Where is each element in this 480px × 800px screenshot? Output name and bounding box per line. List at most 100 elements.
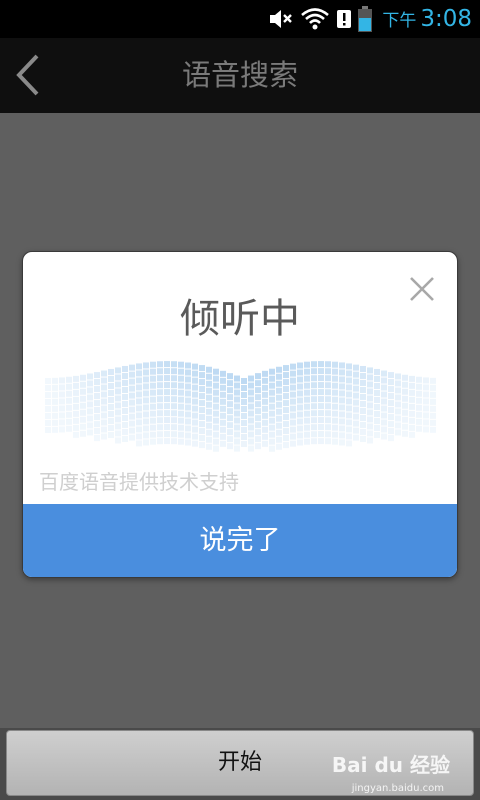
wave-cell <box>409 424 415 431</box>
wave-cell <box>66 425 72 432</box>
wave-cell <box>276 380 282 387</box>
wave-cell <box>87 401 93 408</box>
wave-cell <box>52 377 58 384</box>
wave-cell <box>213 396 219 403</box>
wave-cell <box>304 438 310 445</box>
wave-cell <box>346 398 352 405</box>
wave-cell <box>150 410 156 417</box>
wave-cell <box>346 370 352 377</box>
wave-cell <box>150 368 156 375</box>
wave-cell <box>157 410 163 417</box>
wave-cell <box>297 425 303 432</box>
wave-cell <box>325 431 331 438</box>
wave-cell <box>430 419 436 426</box>
wave-cell <box>374 403 380 410</box>
wave-cell <box>234 375 240 382</box>
wave-cell <box>199 421 205 428</box>
app-header: 语音搜索 <box>0 38 480 113</box>
wave-cell <box>290 426 296 433</box>
wave-cell <box>143 439 149 446</box>
wave-cell <box>395 394 401 401</box>
wave-cell <box>318 417 324 424</box>
wave-cell <box>395 429 401 436</box>
wave-cell <box>66 397 72 404</box>
wave-cell <box>269 417 275 424</box>
wave-cell <box>220 440 226 447</box>
wave-cell <box>269 396 275 403</box>
wave-cell <box>227 373 233 380</box>
wave-cell <box>332 375 338 382</box>
done-button[interactable]: 说完了 <box>23 504 457 577</box>
wave-cell <box>304 417 310 424</box>
wave-cell <box>73 431 79 438</box>
wave-cell <box>185 362 191 369</box>
wave-cell <box>94 372 100 379</box>
wave-cell <box>157 424 163 431</box>
wave-cell <box>227 415 233 422</box>
wave-cell <box>59 398 65 405</box>
wave-cell <box>185 390 191 397</box>
wave-cell <box>311 438 317 445</box>
wave-cell <box>164 361 170 368</box>
wave-cell <box>192 426 198 433</box>
wave-cell <box>318 431 324 438</box>
wave-cell <box>402 402 408 409</box>
wave-cell <box>283 421 289 428</box>
wave-cell <box>101 426 107 433</box>
wave-cell <box>381 412 387 419</box>
wave-cell <box>416 425 422 432</box>
wave-cell <box>94 400 100 407</box>
wave-cell <box>150 424 156 431</box>
wave-cell <box>290 440 296 447</box>
wave-cell <box>255 429 261 436</box>
wave-cell <box>374 431 380 438</box>
wave-cell <box>269 438 275 445</box>
wave-cell <box>283 407 289 414</box>
wave-cell <box>290 363 296 370</box>
wave-cell <box>185 432 191 439</box>
wave-cell <box>108 431 114 438</box>
wave-cell <box>87 422 93 429</box>
wave-cell <box>213 382 219 389</box>
wave-cell <box>164 368 170 375</box>
wave-cell <box>206 380 212 387</box>
wave-cell <box>108 424 114 431</box>
wave-cell <box>255 387 261 394</box>
wave-cell <box>45 399 51 405</box>
wave-cell <box>255 394 261 401</box>
start-button[interactable]: 开始 <box>6 730 474 796</box>
wave-cell <box>423 391 429 398</box>
wave-cell <box>178 417 184 424</box>
wave-cell <box>234 389 240 396</box>
wave-cell <box>115 381 121 388</box>
wave-cell <box>94 428 100 435</box>
wave-cell <box>290 419 296 426</box>
wave-cell <box>157 396 163 403</box>
wave-cell <box>416 390 422 397</box>
wave-cell <box>311 361 317 368</box>
wave-cell <box>87 380 93 387</box>
wave-cell <box>297 411 303 418</box>
wave-cell <box>192 419 198 426</box>
wave-cell <box>129 420 135 427</box>
wave-cell <box>199 428 205 435</box>
wave-cell <box>318 438 324 445</box>
wave-cell <box>374 424 380 431</box>
wave-cell <box>381 419 387 426</box>
wave-cell <box>367 381 373 388</box>
wave-cell <box>276 394 282 401</box>
wave-cell <box>143 376 149 383</box>
wave-cell <box>346 440 352 447</box>
volume-mute-icon <box>270 10 293 28</box>
back-button[interactable] <box>8 50 48 100</box>
wave-cell <box>290 370 296 377</box>
wave-cell <box>227 443 233 450</box>
wave-cell <box>409 375 415 382</box>
wave-cell <box>416 404 422 411</box>
wave-cell <box>199 442 205 449</box>
wave-cell <box>381 398 387 405</box>
wave-cell <box>164 389 170 396</box>
wave-cell <box>409 431 415 438</box>
wave-cell <box>430 384 436 391</box>
wave-cell <box>423 412 429 419</box>
